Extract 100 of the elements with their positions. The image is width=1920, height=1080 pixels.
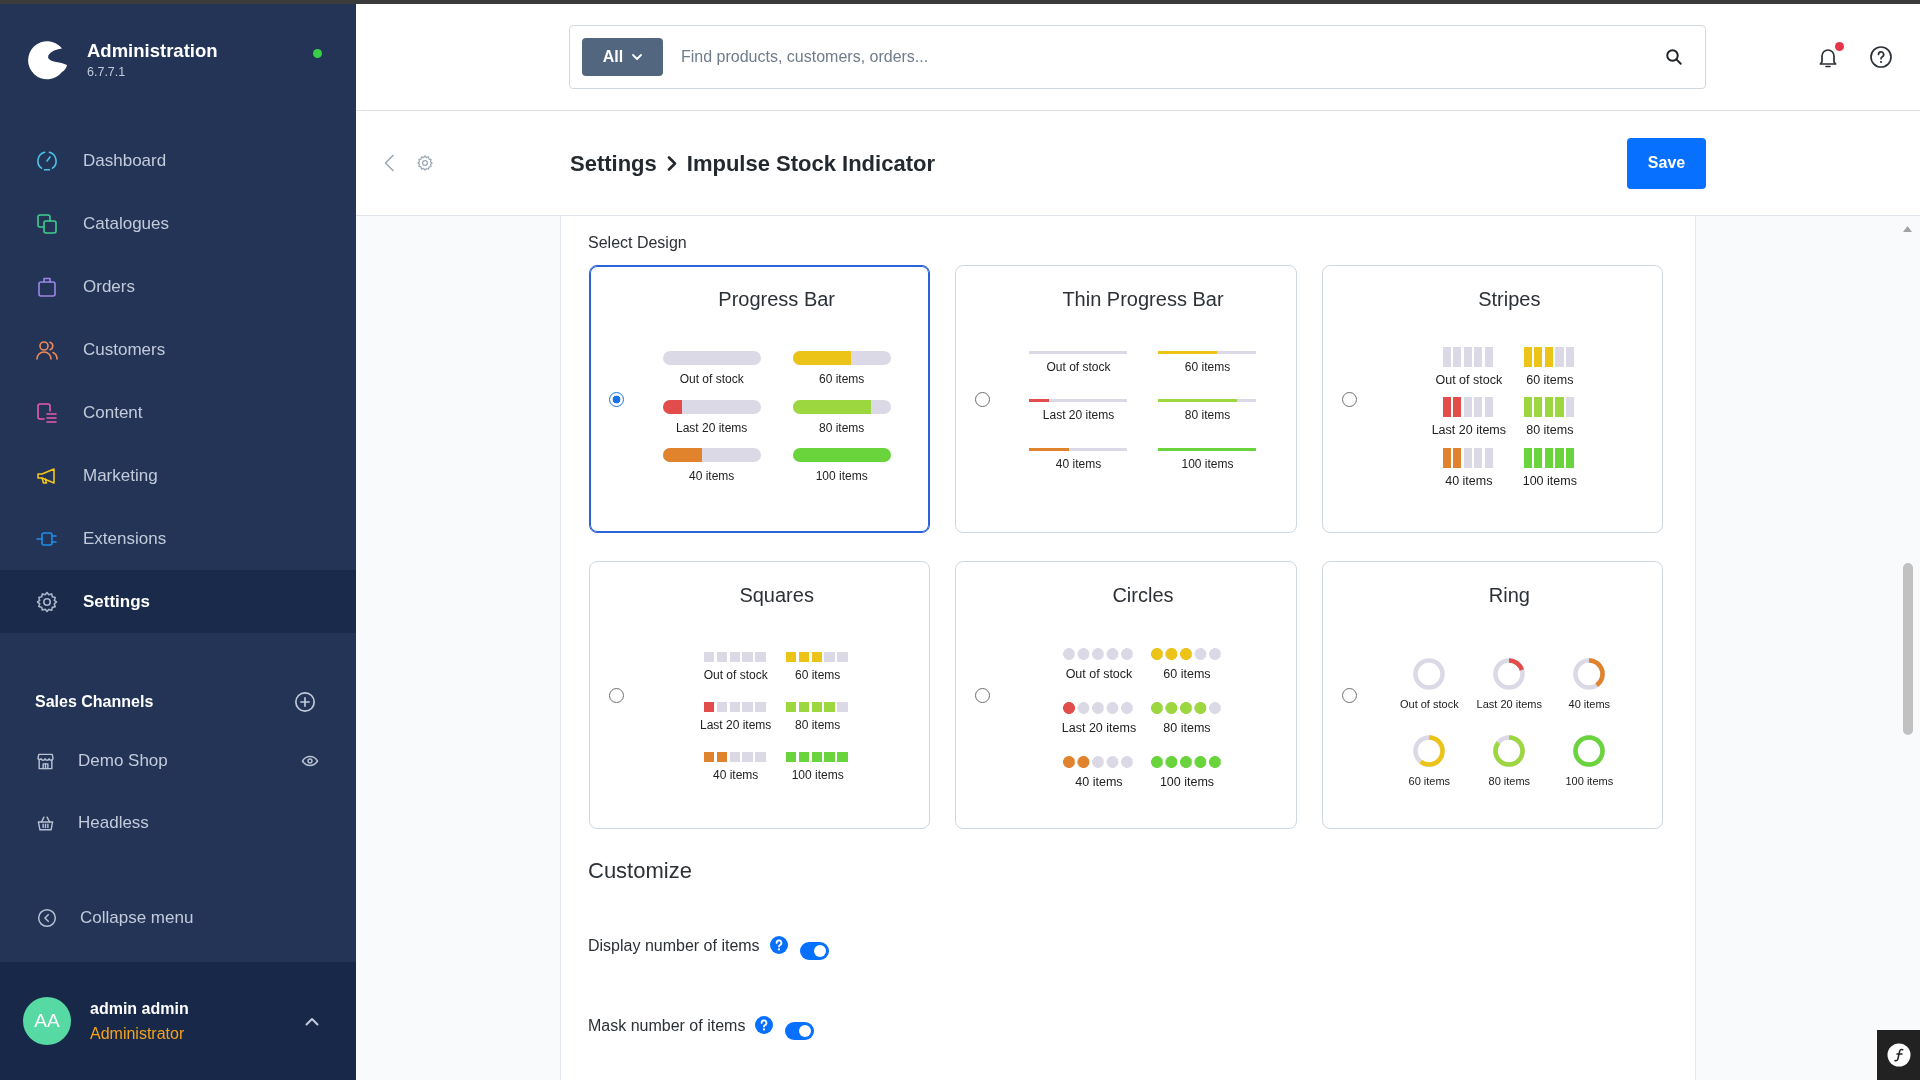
- chevron-up-icon[interactable]: [305, 1016, 319, 1026]
- design-title: Ring: [1487, 583, 1531, 607]
- nav-item[interactable]: Customers: [0, 318, 356, 381]
- sample-label: Last 20 items: [1476, 698, 1543, 712]
- toggle-switch[interactable]: [799, 942, 829, 960]
- save-button[interactable]: Save: [1627, 137, 1706, 189]
- collapse-menu-link[interactable]: Collapse menu: [37, 905, 194, 931]
- scrollbar-thumb[interactable]: [1903, 563, 1913, 735]
- user-role: Administrator: [90, 1023, 186, 1044]
- search-icon[interactable]: [1665, 48, 1683, 66]
- logo-icon: [27, 40, 67, 80]
- sample-label: 60 items: [1163, 666, 1211, 682]
- sample-label: Out of stock: [1046, 359, 1111, 375]
- nav-item[interactable]: Content: [0, 381, 356, 444]
- gauge-icon: [35, 148, 59, 173]
- sample-label: 100 items: [1565, 775, 1614, 789]
- nav-item[interactable]: Orders: [0, 255, 356, 318]
- sample-label: 80 items: [818, 420, 865, 436]
- sales-channel-link[interactable]: Headless: [36, 810, 149, 836]
- settings-icon: [35, 589, 59, 614]
- section-label: Select Design: [588, 233, 688, 253]
- sample-label: Out of stock: [679, 372, 744, 387]
- radio-button[interactable]: [975, 687, 991, 703]
- scroll-up-arrow-icon[interactable]: [1903, 226, 1912, 232]
- search-field[interactable]: All Find products, customers, orders...: [569, 25, 1706, 89]
- sample-label: 40 items: [1075, 774, 1123, 790]
- nav-item[interactable]: Marketing: [0, 444, 356, 507]
- section-heading: Sales Channels: [35, 692, 154, 712]
- user-avatar: AA: [23, 997, 71, 1045]
- sample-label: 100 items: [815, 469, 868, 484]
- sample-label: Out of stock: [1065, 666, 1133, 682]
- sample-label: 80 items: [1163, 720, 1211, 736]
- design-title: Progress Bar: [717, 287, 836, 311]
- help-icon[interactable]: [1869, 45, 1893, 69]
- chevron-left-icon[interactable]: [383, 154, 395, 172]
- radio-button[interactable]: [1341, 687, 1357, 703]
- app-title: Administration: [87, 40, 218, 62]
- sample-label: Last 20 items: [1431, 423, 1506, 438]
- plus-circle-icon[interactable]: [294, 691, 316, 713]
- design-card[interactable]: Circles Out of stock 60 items Last 20 items 80 items 40 items 100 items: [955, 561, 1297, 829]
- sample-label: 100 items: [791, 768, 844, 784]
- radio-button[interactable]: [975, 391, 991, 407]
- breadcrumb-text: Settings: [570, 149, 657, 178]
- nav-item[interactable]: Settings: [0, 570, 356, 633]
- chevron-left-circle-icon: [37, 908, 57, 928]
- sample-label: 40 items: [688, 469, 735, 484]
- sample-label: 60 items: [794, 668, 841, 684]
- design-title: Thin Progress Bar: [1061, 287, 1225, 311]
- sample-label: 60 items: [818, 372, 865, 387]
- version-label: 6.7.7.1: [87, 64, 127, 80]
- sample-label: 100 items: [1522, 473, 1577, 489]
- sample-label: 40 items: [712, 768, 759, 784]
- sales-channel-link[interactable]: Demo Shop: [36, 748, 168, 774]
- sample-label: Out of stock: [1435, 372, 1503, 388]
- design-title: Stripes: [1477, 287, 1542, 311]
- storefront-icon: [36, 751, 55, 771]
- sample-label: 100 items: [1159, 774, 1215, 790]
- design-card[interactable]: Stripes Out of stock 60 items Last 20 items 80 items 40 items 100 items: [1321, 265, 1663, 533]
- sample-label: Last 20 items: [1042, 408, 1115, 423]
- option-label: Display number of items: [588, 936, 760, 956]
- toolbar-toggle-button[interactable]: [1877, 1030, 1920, 1080]
- radio-button[interactable]: [609, 687, 624, 703]
- chevron-right-icon: [666, 155, 677, 171]
- design-title: Circles: [1111, 583, 1175, 607]
- sample-label: 60 items: [1184, 359, 1231, 375]
- page-title: Impulse Stock Indicator: [686, 149, 935, 178]
- scope-dropdown[interactable]: All: [582, 38, 663, 76]
- sample-label: 40 items: [1055, 456, 1102, 472]
- option-label: Mask number of items: [588, 1016, 746, 1036]
- document-lines-icon: [35, 400, 59, 425]
- radio-button[interactable]: [609, 391, 624, 407]
- ring-track: [1412, 656, 1447, 691]
- sample-label: Out of stock: [1399, 698, 1459, 712]
- nav-item[interactable]: Catalogues: [0, 192, 356, 255]
- sample-label: 60 items: [1408, 775, 1451, 789]
- design-title: Squares: [738, 583, 815, 607]
- sample-label: 80 items: [1488, 775, 1531, 789]
- sample-label: 80 items: [1184, 408, 1231, 423]
- design-card[interactable]: Progress Bar Out of stock 60 items Last 20 items 80 items 40 items 100 items: [589, 265, 931, 533]
- sample-label: 40 items: [1445, 473, 1493, 489]
- toggle-switch[interactable]: [785, 1022, 815, 1040]
- stacked-squares-icon: [35, 211, 59, 236]
- user-name: admin admin: [90, 998, 189, 1019]
- sample-label: Last 20 items: [675, 420, 748, 436]
- design-card[interactable]: Squares Out of stock 60 items Last 20 items 80 items 40 items 100 items: [589, 561, 931, 829]
- sample-label: 100 items: [1181, 456, 1234, 472]
- section-heading: Customize: [588, 858, 693, 884]
- sample-label: Last 20 items: [1061, 720, 1137, 736]
- sample-label: Last 20 items: [699, 718, 772, 734]
- nav-item[interactable]: Extensions: [0, 507, 356, 570]
- settings-icon[interactable]: [416, 154, 434, 172]
- circle-logo-icon: [1886, 1043, 1911, 1067]
- nav-item[interactable]: Dashboard: [0, 129, 356, 192]
- sample-label: Out of stock: [703, 668, 768, 684]
- radio-button[interactable]: [1341, 391, 1357, 407]
- sample-label: 80 items: [1526, 423, 1574, 438]
- sample-label: 80 items: [794, 718, 841, 734]
- sample-label: 60 items: [1526, 372, 1574, 388]
- sample-label: 40 items: [1568, 698, 1611, 712]
- design-card[interactable]: Thin Progress Bar Out of stock 60 items Last 20 items 80 items 40 items 100 items: [955, 265, 1297, 533]
